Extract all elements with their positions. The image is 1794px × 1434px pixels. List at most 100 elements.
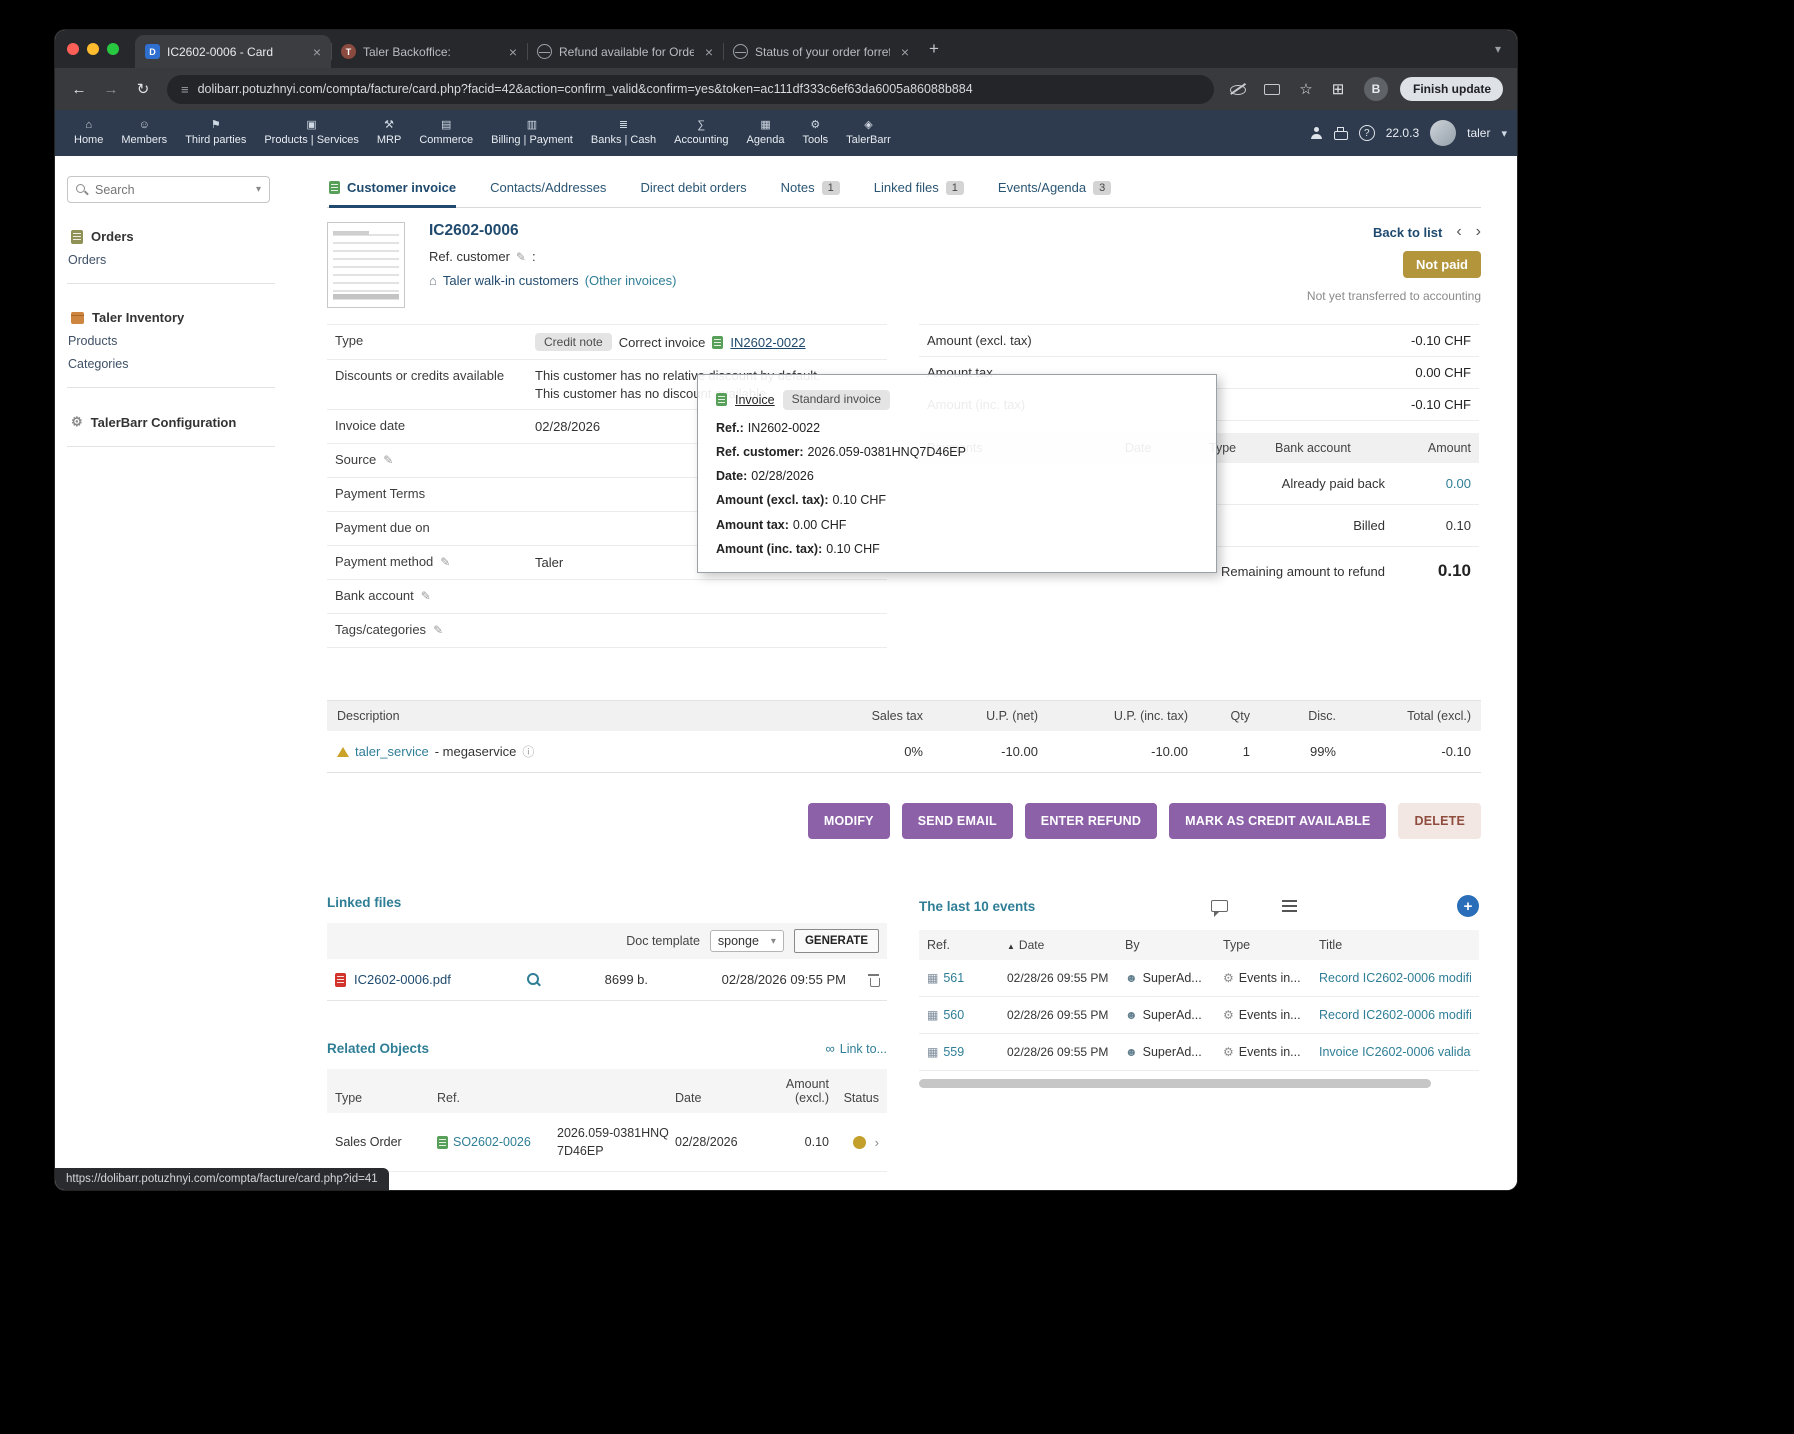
sidebar-item-products[interactable]: Products [67,325,275,348]
edit-tags-icon[interactable] [433,623,443,637]
search-caret-icon[interactable] [256,184,261,195]
tab-customer-invoice[interactable]: Customer invoice [329,180,456,208]
send-email-button[interactable]: SEND EMAIL [902,803,1013,839]
back-to-list-link[interactable]: Back to list [1373,225,1442,240]
previous-record-icon[interactable] [1456,224,1461,240]
chevron-right-icon[interactable] [875,1136,879,1149]
close-tab-icon[interactable] [309,44,325,60]
enter-refund-button[interactable]: ENTER REFUND [1025,803,1157,839]
address-bar[interactable]: dolibarr.potuzhnyi.com/compta/facture/ca… [167,75,1214,104]
event-ref-link[interactable]: 560 [943,1008,964,1022]
delete-file-icon[interactable] [868,973,879,987]
menu-products-services[interactable]: ▣Products | Services [255,110,368,156]
next-record-icon[interactable] [1476,224,1481,240]
tab-events-agenda[interactable]: Events/Agenda3 [998,180,1111,208]
delete-button[interactable]: DELETE [1398,803,1481,839]
menu-banks-cash[interactable]: ≣Banks | Cash [582,110,665,156]
menu-mrp[interactable]: ⚒MRP [368,110,410,156]
tab-notes[interactable]: Notes1 [781,180,840,208]
info-icon[interactable] [522,743,534,760]
search-input[interactable] [95,183,249,197]
other-invoices-link[interactable]: (Other invoices) [585,273,677,288]
user-admin-icon[interactable] [1310,127,1323,140]
minimize-window-button[interactable] [87,43,99,55]
menu-agenda[interactable]: ▦Agenda [738,110,794,156]
list-view-icon[interactable] [1282,900,1297,912]
search-box[interactable] [67,176,270,203]
finish-update-button[interactable]: Finish update [1400,77,1503,101]
product-link[interactable]: taler_service [355,744,429,759]
edit-bank-account-icon[interactable] [421,589,431,603]
edit-source-icon[interactable] [383,453,393,467]
tab-title: Status of your order forrefund [755,45,890,59]
inventory-section-header[interactable]: Taler Inventory [67,310,275,325]
event-title-link[interactable]: Record IC2602-0006 modifie [1319,971,1471,985]
mark-credit-available-button[interactable]: MARK AS CREDIT AVAILABLE [1169,803,1386,839]
preview-zoom-icon[interactable] [527,973,541,987]
reload-button[interactable] [129,80,157,98]
edit-ref-customer-icon[interactable] [516,250,526,264]
modify-button[interactable]: MODIFY [808,803,890,839]
menu-tools[interactable]: ⚙Tools [793,110,837,156]
menu-billing-payment[interactable]: ▥Billing | Payment [482,110,582,156]
credit-note-badge: Credit note [535,333,612,351]
bookmark-star-icon[interactable] [1292,80,1320,98]
talerbarr-config-header[interactable]: TalerBarr Configuration [67,414,275,430]
sidebar-item-orders[interactable]: Orders [67,244,275,267]
add-event-button[interactable] [1457,895,1479,917]
event-ref-link[interactable]: 561 [943,971,964,985]
orders-section-header[interactable]: Orders [67,229,275,244]
sales-order-link[interactable]: SO2602-0026 [453,1135,531,1149]
print-icon[interactable] [1334,131,1348,140]
menu-third-parties[interactable]: ⚑Third parties [176,110,255,156]
menu-home[interactable]: ⌂Home [65,110,112,156]
close-window-button[interactable] [67,43,79,55]
company-link[interactable]: Taler walk-in customers [443,273,579,288]
forward-button[interactable] [97,81,125,98]
event-ref-link[interactable]: 559 [943,1045,964,1059]
browser-tab-card[interactable]: D IC2602-0006 - Card [135,35,331,68]
fullscreen-window-button[interactable] [107,43,119,55]
generate-button[interactable]: GENERATE [794,929,879,953]
corrected-invoice-link[interactable]: IN2602-0022 [730,335,805,350]
date-header[interactable]: Date [1007,938,1125,952]
doc-template-select[interactable]: sponge [710,930,784,952]
site-info-icon[interactable] [181,82,189,97]
user-menu[interactable]: taler [1467,126,1490,140]
event-title-link[interactable]: Record IC2602-0006 modifie [1319,1008,1471,1022]
chevron-down-icon[interactable] [1501,127,1507,140]
menu-accounting[interactable]: ∑Accounting [665,110,737,156]
user-avatar[interactable] [1430,120,1456,146]
menu-talerbarr[interactable]: ◈TalerBarr [837,110,900,156]
tab-contacts-addresses[interactable]: Contacts/Addresses [490,180,606,208]
help-icon[interactable] [1359,125,1375,141]
horizontal-scrollbar[interactable] [919,1079,1431,1088]
new-tab-button[interactable] [929,39,939,59]
inventory-section-title: Taler Inventory [92,310,184,325]
tab-search-icon[interactable] [1495,42,1501,56]
edit-payment-method-icon[interactable] [440,555,450,569]
menu-commerce[interactable]: ▤Commerce [410,110,482,156]
browser-tab-refund[interactable]: Refund available for Order to [527,35,723,68]
cast-icon[interactable] [1264,84,1280,95]
browser-tab-order-status[interactable]: Status of your order forrefund [723,35,919,68]
link-to-link[interactable]: Link to... [825,1041,887,1056]
browser-tab-backoffice[interactable]: T Taler Backoffice: [331,35,527,68]
back-button[interactable] [65,81,93,98]
close-tab-icon[interactable] [505,44,521,60]
menu-members[interactable]: ☺Members [112,110,176,156]
eye-off-icon[interactable] [1230,82,1246,96]
close-tab-icon[interactable] [701,44,717,60]
tab-direct-debit-orders[interactable]: Direct debit orders [640,180,746,208]
extensions-icon[interactable] [1324,80,1352,98]
paid-back-value[interactable]: 0.00 [1385,476,1471,491]
event-title-link[interactable]: Invoice IC2602-0006 validate [1319,1045,1471,1059]
tab-linked-files[interactable]: Linked files1 [874,180,964,208]
messages-icon[interactable] [1211,900,1228,912]
close-tab-icon[interactable] [897,44,913,60]
linked-file-link[interactable]: IC2602-0006.pdf [354,972,519,987]
invoice-preview-thumbnail[interactable] [327,222,405,308]
profile-avatar[interactable]: B [1364,77,1388,101]
event-date: 02/28/26 09:55 PM [1007,1045,1125,1059]
sidebar-item-categories[interactable]: Categories [67,348,275,371]
